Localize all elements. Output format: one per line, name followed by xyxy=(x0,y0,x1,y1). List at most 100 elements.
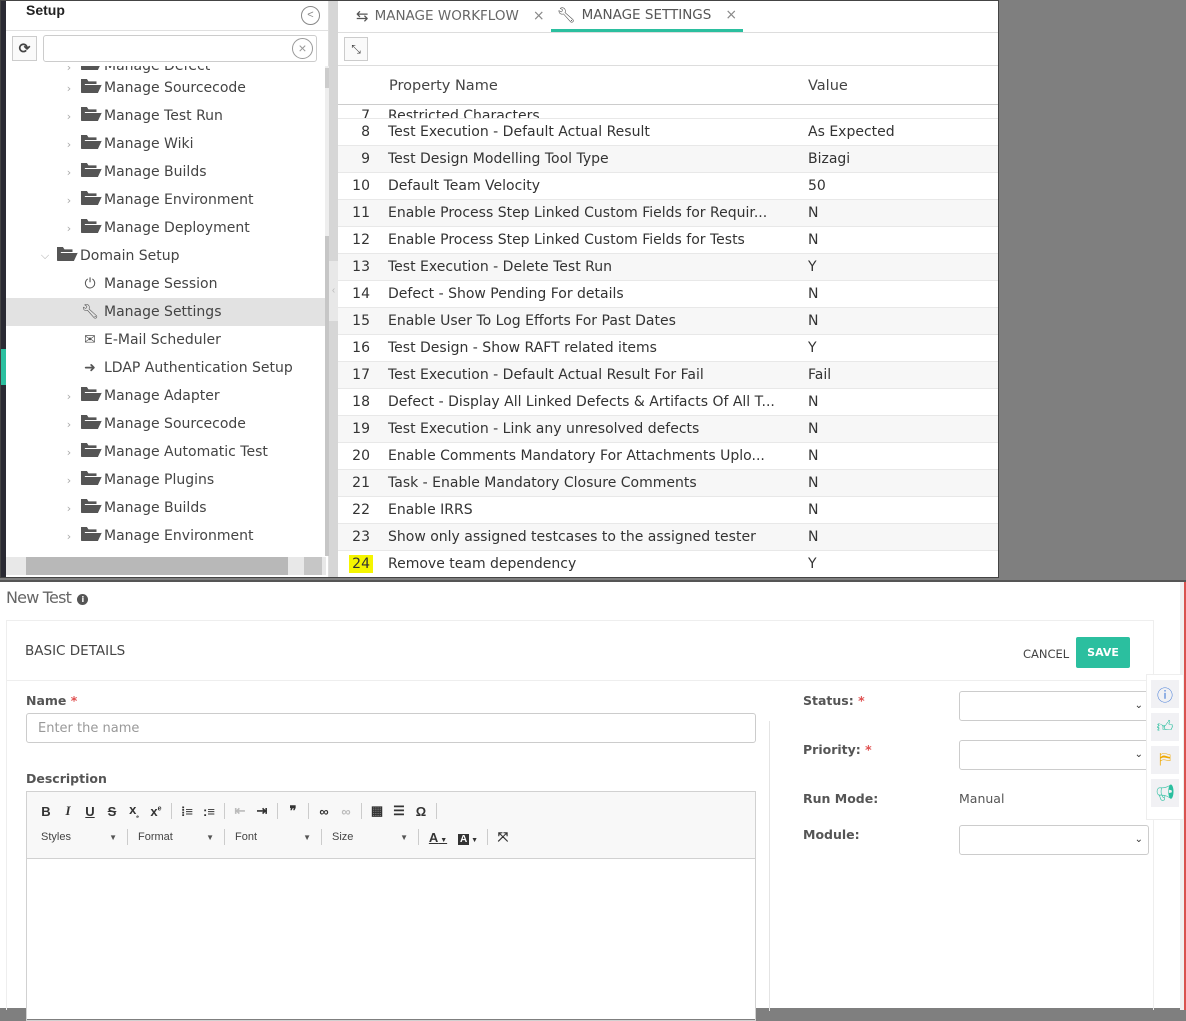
name-input[interactable] xyxy=(26,713,756,743)
tree-item[interactable]: ⏻ Manage Session xyxy=(6,270,326,298)
info-icon[interactable]: i xyxy=(77,594,89,605)
special-char-icon[interactable]: Ω xyxy=(410,804,432,819)
value-cell[interactable]: N xyxy=(792,475,818,491)
chevron-right-icon[interactable]: › xyxy=(62,502,76,515)
table-row[interactable]: 22 Enable IRRS N xyxy=(338,497,998,524)
table-row[interactable]: 23 Show only assigned testcases to the as… xyxy=(338,524,998,551)
table-row[interactable]: 14 Defect - Show Pending For details N xyxy=(338,281,998,308)
value-cell[interactable]: N xyxy=(792,529,818,545)
priority-select[interactable]: ⌄ xyxy=(959,740,1149,770)
value-cell[interactable]: Y xyxy=(792,340,817,356)
numbered-list-icon[interactable]: ⁞≡ xyxy=(176,804,198,819)
collapse-pane-handle[interactable]: ‹ xyxy=(329,261,338,321)
tree-item[interactable]: › Manage Builds xyxy=(6,494,326,522)
value-cell[interactable]: N xyxy=(792,232,818,248)
underline-button[interactable]: U xyxy=(79,804,101,819)
tree-item[interactable]: › Manage Builds xyxy=(6,158,326,186)
column-header-value[interactable]: Value xyxy=(808,78,848,94)
table-row[interactable]: 8 Test Execution - Default Actual Result A… xyxy=(338,119,998,146)
help-icon[interactable]: ⓘ xyxy=(1151,680,1179,708)
horizontal-line-icon[interactable]: ☰ xyxy=(388,803,410,819)
tree-item[interactable]: ➜ LDAP Authentication Setup xyxy=(6,354,326,382)
blockquote-icon[interactable]: ❞ xyxy=(282,803,304,819)
pane-splitter[interactable]: ‹ xyxy=(329,1,338,577)
value-cell[interactable]: N xyxy=(792,205,818,221)
table-row[interactable]: 10 Default Team Velocity 50 xyxy=(338,173,998,200)
tree-item[interactable]: ✉ E-Mail Scheduler xyxy=(6,326,326,354)
chevron-right-icon[interactable]: › xyxy=(62,446,76,459)
close-icon[interactable]: × xyxy=(533,8,545,24)
megaphone-icon[interactable]: 📢︎ xyxy=(1151,779,1179,807)
chevron-left-circle-icon[interactable]: < xyxy=(301,6,320,25)
column-header-property-name[interactable]: Property Name xyxy=(338,78,808,94)
table-row[interactable]: 11 Enable Process Step Linked Custom Fiel… xyxy=(338,200,998,227)
table-row[interactable]: 19 Test Execution - Link any unresolved d… xyxy=(338,416,998,443)
text-color-button[interactable]: A ▼ xyxy=(423,830,453,845)
tree-item[interactable]: › Manage Automatic Test xyxy=(6,438,326,466)
tree-item[interactable]: ⌵ Domain Setup xyxy=(6,242,326,270)
chevron-right-icon[interactable]: › xyxy=(62,390,76,403)
chevron-right-icon[interactable]: › xyxy=(62,194,76,207)
refresh-icon[interactable]: ⟳ xyxy=(12,35,37,61)
scrollbar-thumb[interactable] xyxy=(26,557,288,575)
tree-item[interactable]: › Manage Plugins xyxy=(6,466,326,494)
table-row[interactable]: 7 Restricted Characters xyxy=(338,105,998,119)
superscript-button[interactable]: xe xyxy=(145,804,167,819)
indent-icon[interactable]: ⇥ xyxy=(251,803,273,819)
styles-combo[interactable]: Styles ▼ xyxy=(35,831,123,843)
thumbs-up-icon[interactable]: 👍︎ xyxy=(1151,713,1179,741)
value-cell[interactable]: N xyxy=(792,313,818,329)
chevron-right-icon[interactable]: › xyxy=(62,530,76,543)
value-cell[interactable]: N xyxy=(792,448,818,464)
tree-item[interactable]: › Manage Wiki xyxy=(6,130,326,158)
status-select[interactable]: ⌄ xyxy=(959,691,1149,721)
tree-item[interactable]: › Manage Environment xyxy=(6,186,326,214)
table-row[interactable]: 21 Task - Enable Mandatory Closure Commen… xyxy=(338,470,998,497)
table-row[interactable]: 15 Enable User To Log Efforts For Past Da… xyxy=(338,308,998,335)
background-color-button[interactable]: A ▼ xyxy=(453,830,483,845)
tree-item[interactable]: › Manage Sourcecode xyxy=(6,410,326,438)
cancel-button[interactable]: CANCEL xyxy=(1023,647,1069,661)
value-cell[interactable]: N xyxy=(792,394,818,410)
chevron-right-icon[interactable]: › xyxy=(62,138,76,151)
chevron-down-icon[interactable]: ⌵ xyxy=(38,249,52,263)
link-icon[interactable]: ∞ xyxy=(313,804,335,819)
table-row[interactable]: 24 Remove team dependency Y xyxy=(338,551,998,577)
unlink-icon[interactable]: ∞ xyxy=(335,804,357,819)
tree-item[interactable]: › Manage Defect xyxy=(6,66,326,74)
save-button[interactable]: SAVE xyxy=(1076,637,1130,668)
value-cell[interactable]: N xyxy=(792,502,818,518)
italic-button[interactable]: I xyxy=(57,803,79,819)
subscript-button[interactable]: xₑ xyxy=(123,802,145,820)
tree-item[interactable]: 🔧︎ Manage Settings xyxy=(6,298,326,326)
chevron-right-icon[interactable]: › xyxy=(62,166,76,179)
tree-item[interactable]: › Manage Sourcecode xyxy=(6,74,326,102)
sidebar-horizontal-scrollbar[interactable] xyxy=(6,557,326,575)
table-row[interactable]: 20 Enable Comments Mandatory For Attachme… xyxy=(338,443,998,470)
outdent-icon[interactable]: ⇤ xyxy=(229,803,251,819)
value-cell[interactable]: N xyxy=(792,421,818,437)
value-cell[interactable]: Y xyxy=(792,556,817,572)
value-cell[interactable]: 50 xyxy=(792,178,826,194)
font-combo[interactable]: Font ▼ xyxy=(229,831,317,843)
sidebar-search-input[interactable] xyxy=(44,35,316,61)
table-row[interactable]: 13 Test Execution - Delete Test Run Y xyxy=(338,254,998,281)
value-cell[interactable]: Y xyxy=(792,259,817,275)
table-row[interactable]: 18 Defect - Display All Linked Defects & … xyxy=(338,389,998,416)
table-row[interactable]: 12 Enable Process Step Linked Custom Fiel… xyxy=(338,227,998,254)
chevron-right-icon[interactable]: › xyxy=(62,82,76,95)
value-cell[interactable]: Bizagi xyxy=(792,151,850,167)
maximize-icon[interactable]: ⤧ xyxy=(492,829,514,845)
table-row[interactable]: 17 Test Execution - Default Actual Result… xyxy=(338,362,998,389)
size-combo[interactable]: Size ▼ xyxy=(326,831,414,843)
chevron-right-icon[interactable]: › xyxy=(62,66,76,74)
strikethrough-button[interactable]: S xyxy=(101,804,123,819)
clear-circle-icon[interactable]: × xyxy=(292,37,313,59)
table-icon[interactable]: ▦ xyxy=(366,803,388,819)
value-cell[interactable]: Fail xyxy=(792,367,831,383)
compress-icon[interactable]: ⤡ xyxy=(344,37,368,61)
bold-button[interactable]: B xyxy=(35,804,57,819)
signpost-icon[interactable]: ⛿ xyxy=(1151,746,1179,774)
chevron-right-icon[interactable]: › xyxy=(62,418,76,431)
table-row[interactable]: 9 Test Design Modelling Tool Type Bizagi xyxy=(338,146,998,173)
